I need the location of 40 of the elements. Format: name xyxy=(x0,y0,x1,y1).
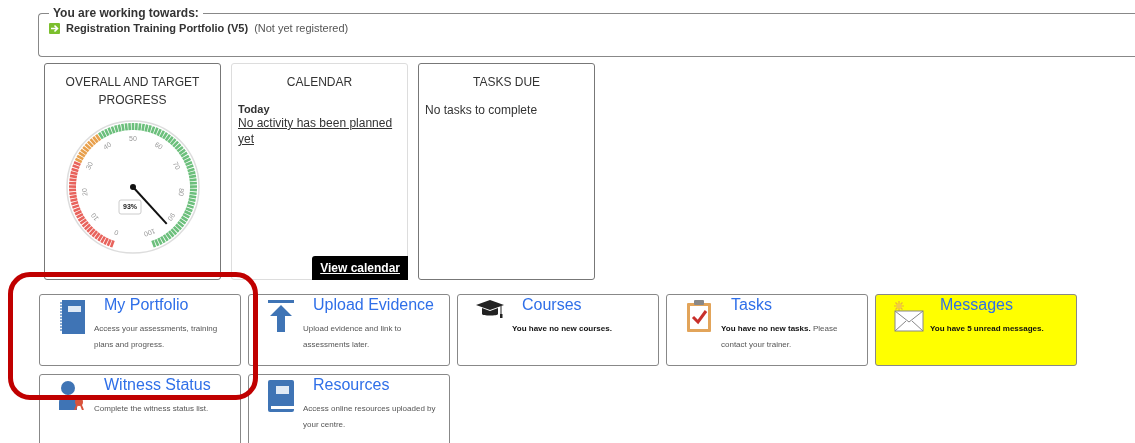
day-label: Today xyxy=(238,103,271,115)
tile-description: You have no new courses. xyxy=(512,323,613,335)
messages-tile[interactable]: Messages You have 5 unread messages. xyxy=(875,294,1077,366)
portfolio-tile[interactable]: My Portfolio Access your assessments, training plans and progress. xyxy=(39,294,241,366)
tile-title: Courses xyxy=(522,296,583,314)
tile-title: Upload Evidence xyxy=(313,296,435,314)
upload-icon xyxy=(268,300,294,332)
view-calendar-button[interactable]: View calendar xyxy=(312,256,408,280)
activity-link[interactable]: No activity has been planned yet xyxy=(238,115,401,147)
empty-tasks-text: No tasks to complete xyxy=(425,103,539,117)
card-title: OVERALL AND TARGET PROGRESS xyxy=(64,74,201,109)
witness-tile[interactable]: Witness Status Complete the witness status list. xyxy=(39,374,241,443)
tile-title: Messages xyxy=(940,296,1014,314)
tile-description: Access online resources uploaded by your centre. xyxy=(303,403,437,431)
tile-description: Upload evidence and link to assessments later. xyxy=(303,323,403,351)
book-icon xyxy=(268,380,294,412)
tile-description: Complete the witness status list. xyxy=(94,403,210,415)
graduation-cap-icon xyxy=(476,300,504,320)
notebook-icon xyxy=(59,300,85,334)
resources-tile[interactable]: Resources Access online resources uploaded by your centre. xyxy=(248,374,450,443)
tile-title: Resources xyxy=(313,376,391,394)
upload-tile[interactable]: Upload Evidence Upload evidence and link to assessments later. xyxy=(248,294,450,366)
tasks-tile[interactable]: Tasks You have no new tasks. Please contact your trainer. xyxy=(666,294,868,366)
arrow-icon xyxy=(49,22,60,34)
tile-title: Tasks xyxy=(731,296,773,314)
registration-status: (Not yet registered) xyxy=(254,22,349,34)
courses-tile[interactable]: Courses You have no new courses. xyxy=(457,294,659,366)
tile-description: Access your assessments, training plans and progress. xyxy=(94,323,219,351)
tile-description: You have no new tasks. Please contact your trainer. xyxy=(721,323,839,351)
gauge-reading-box xyxy=(118,199,141,215)
card-title: CALENDAR xyxy=(285,74,354,91)
tile-title: Witness Status xyxy=(104,376,212,394)
envelope-icon xyxy=(892,300,924,332)
tile-title: My Portfolio xyxy=(104,296,190,314)
portfolio-title: Registration Training Portfolio (V5) xyxy=(66,22,249,34)
card-title: TASKS DUE xyxy=(471,74,542,91)
clipboard-check-icon xyxy=(686,300,712,332)
person-ribbon-icon xyxy=(57,380,87,410)
tile-description: You have 5 unread messages. xyxy=(930,323,1045,335)
goal-legend: You are working towards: xyxy=(49,6,203,20)
